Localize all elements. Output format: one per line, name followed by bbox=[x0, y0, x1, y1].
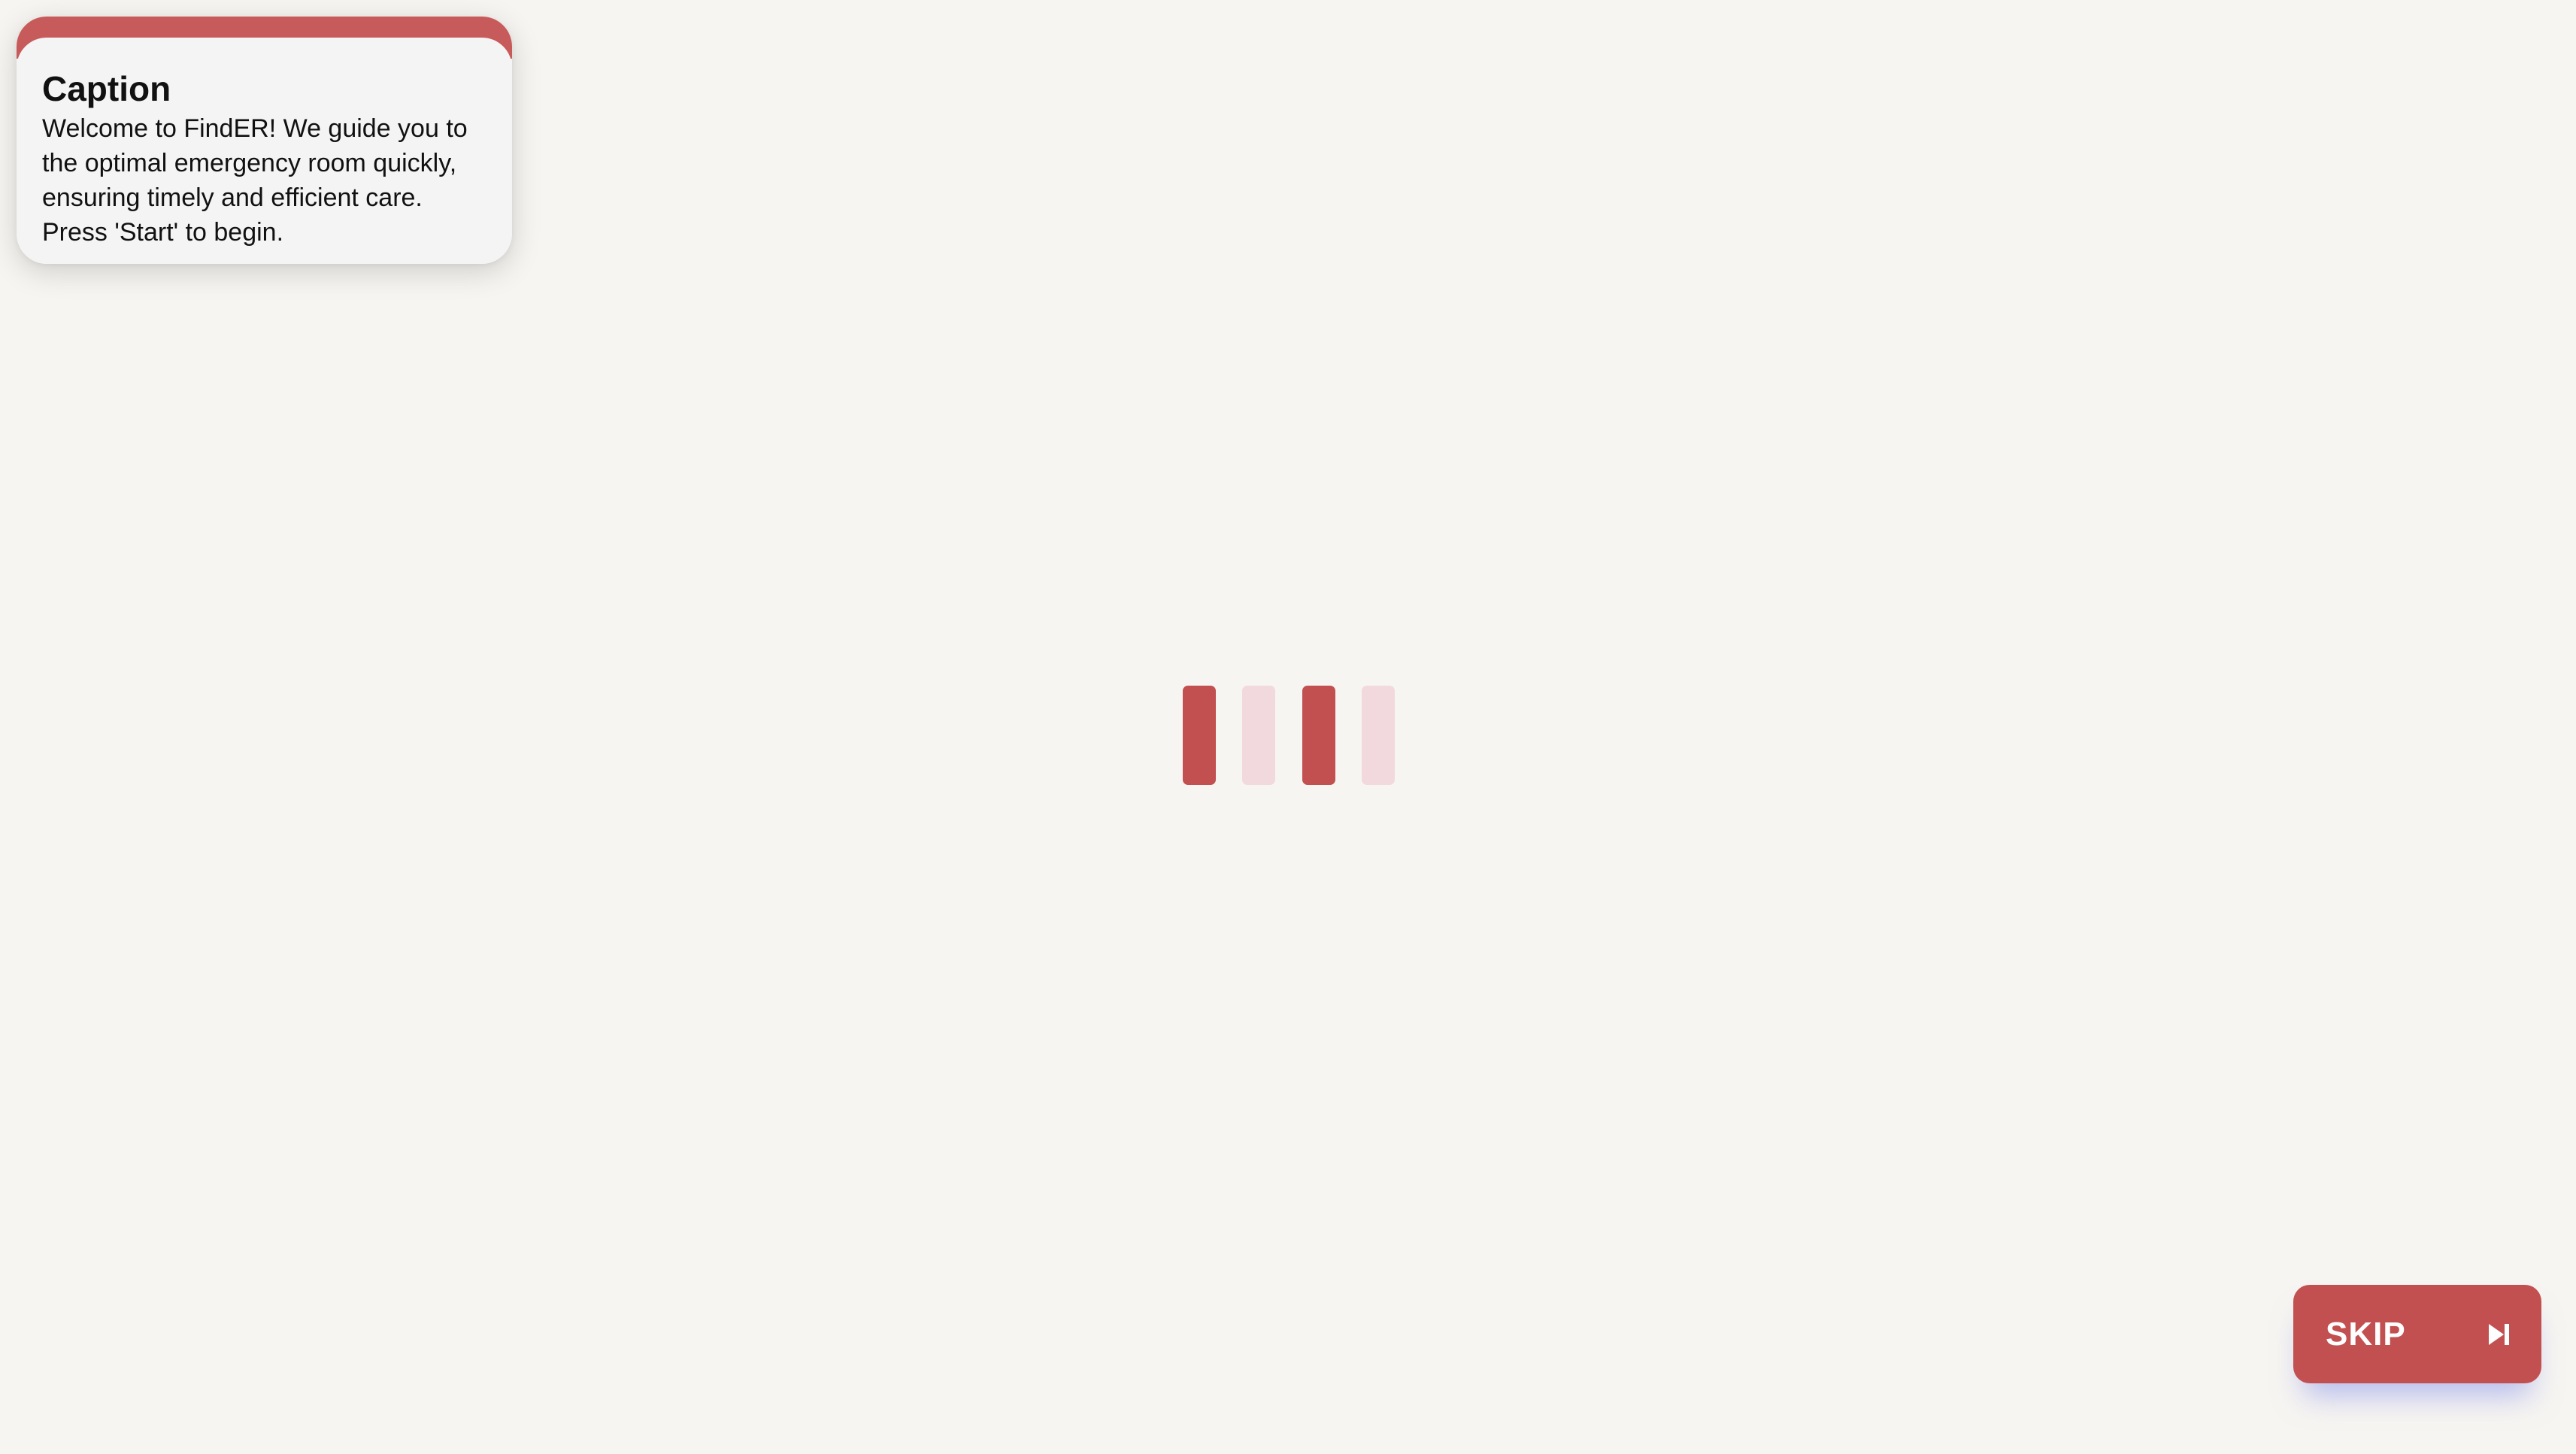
skip-button[interactable]: SKIP bbox=[2293, 1285, 2541, 1383]
skip-button-label: SKIP bbox=[2326, 1316, 2406, 1353]
loader-bar bbox=[1302, 686, 1335, 785]
caption-card: Caption Welcome to FindER! We guide you … bbox=[17, 17, 512, 264]
caption-body: Caption Welcome to FindER! We guide you … bbox=[17, 38, 512, 264]
loader-bar bbox=[1362, 686, 1395, 785]
loader-bar bbox=[1183, 686, 1216, 785]
caption-title: Caption bbox=[42, 69, 171, 108]
loader-bar bbox=[1242, 686, 1275, 785]
loading-indicator bbox=[1183, 686, 1396, 785]
caption-text: Welcome to FindER! We guide you to the o… bbox=[42, 114, 468, 247]
skip-next-icon bbox=[2489, 1324, 2509, 1345]
